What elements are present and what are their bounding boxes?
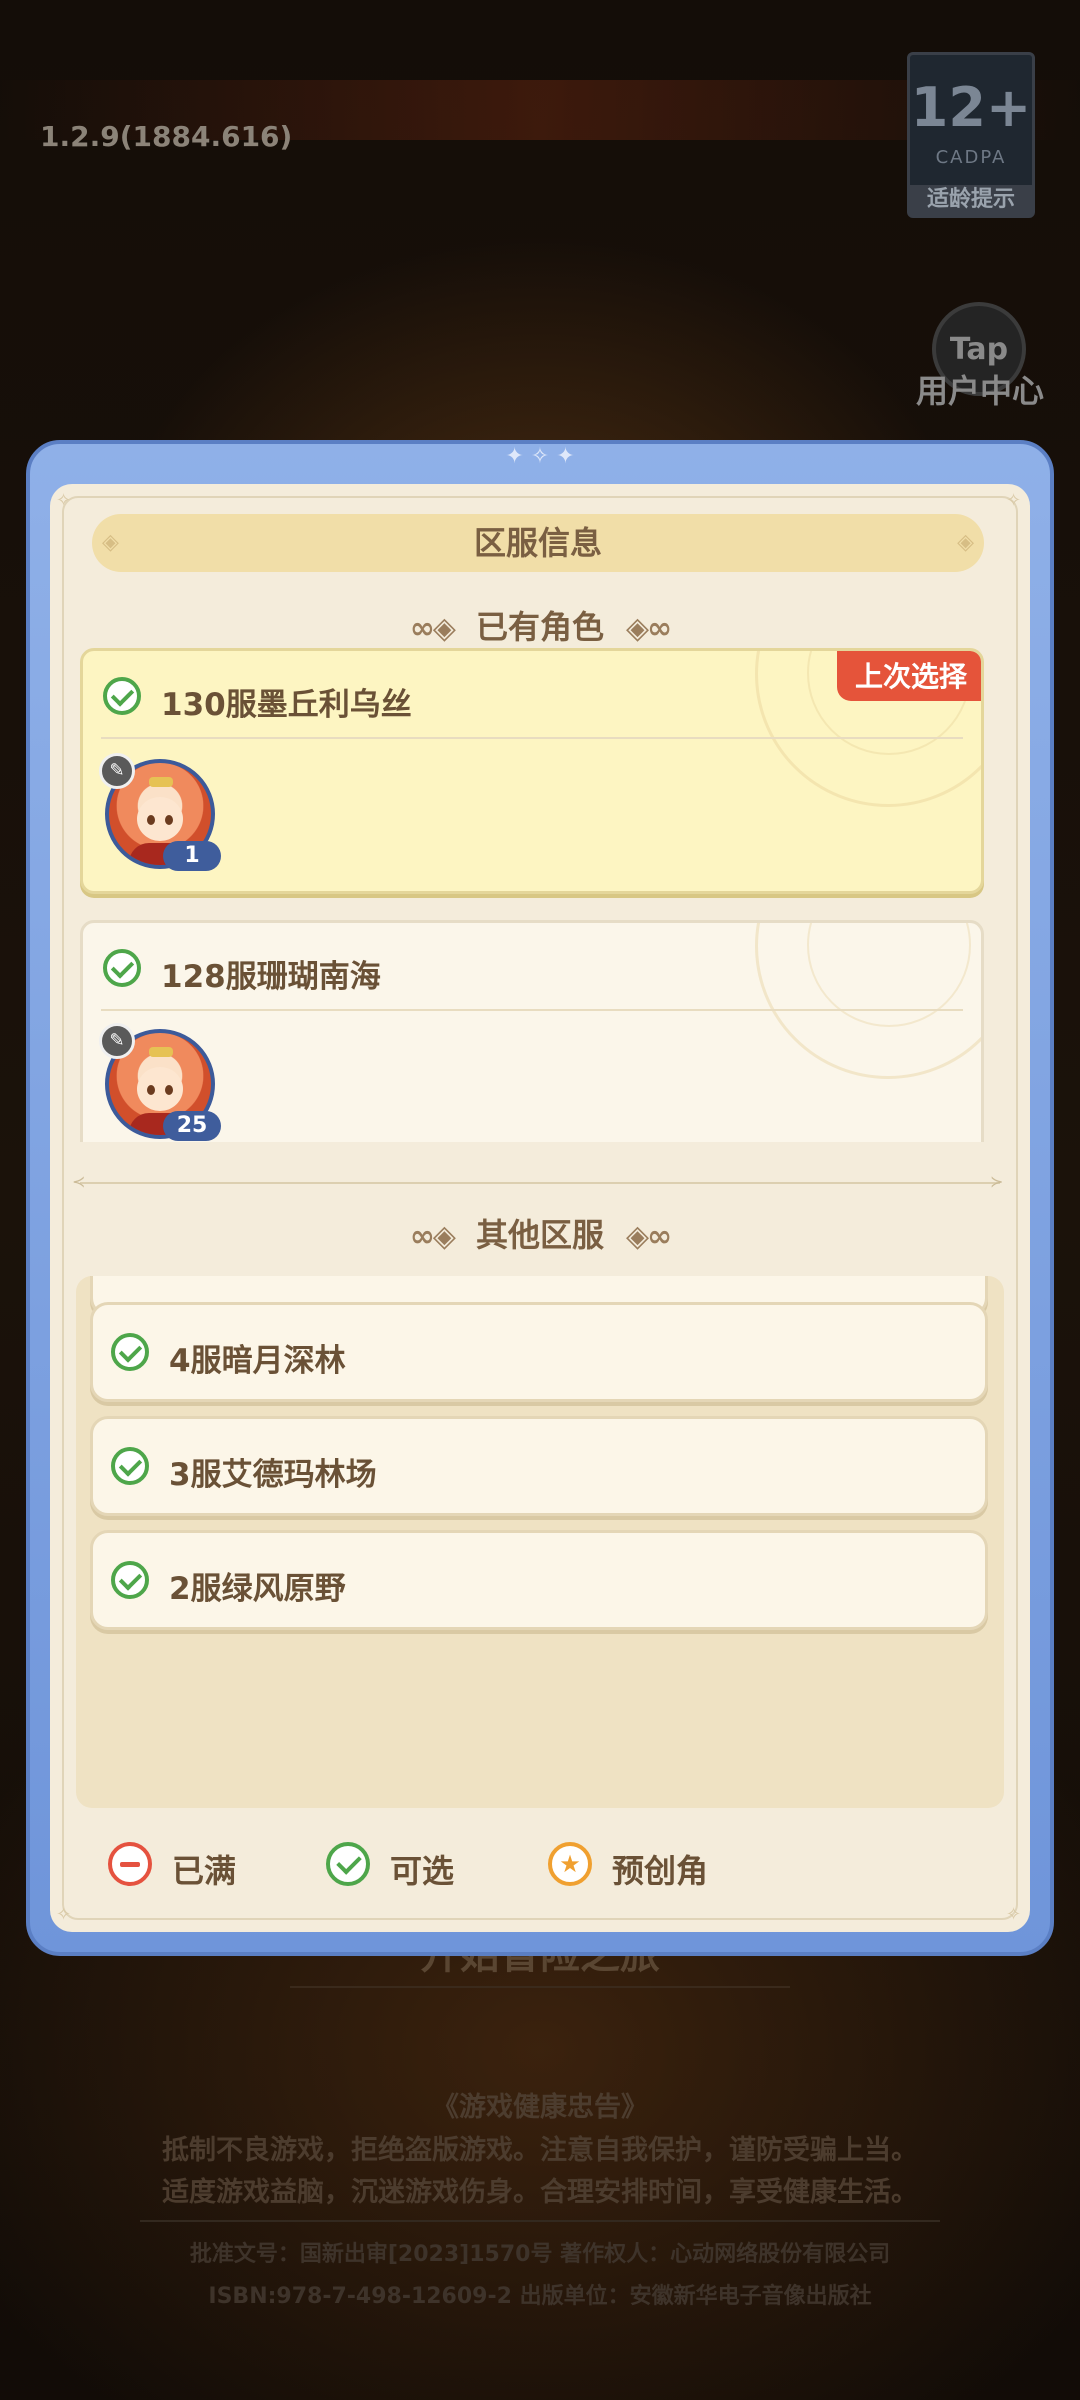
existing-roles-list[interactable]: 上次选择 130服墨丘利乌丝 ✎ 1 128服珊瑚南海 ✎ 25 xyxy=(80,648,984,1142)
available-check-icon xyxy=(326,1842,370,1886)
footer-divider xyxy=(140,2220,940,2222)
character-level-badge: 25 xyxy=(163,1111,221,1141)
edit-pencil-icon[interactable]: ✎ xyxy=(99,1023,135,1059)
server-row[interactable]: 2服绿风原野 xyxy=(90,1530,988,1630)
user-center-button[interactable]: 用户中心 xyxy=(905,366,1055,412)
legend-full-label: 已满 xyxy=(172,1852,237,1890)
other-servers-header: ∞◈ 其他区服 ◈∞ xyxy=(50,1210,1030,1256)
legend-pre-create-label: 预创角 xyxy=(612,1852,709,1890)
corner-ornament-icon: ✧ xyxy=(56,1904,72,1925)
dialog-title: 区服信息 xyxy=(473,524,602,562)
avatar-eye xyxy=(147,815,155,825)
pre-create-star-icon: ★ xyxy=(548,1842,592,1886)
server-row-name: 4服暗月深林 xyxy=(169,1343,346,1379)
health-notice-line: 适度游戏益脑，沉迷游戏伤身。合理安排时间，享受健康生活。 xyxy=(162,2177,918,2208)
age-rating-org: CADPA xyxy=(935,147,1007,168)
section-ornament-left-icon: ∞◈ xyxy=(409,1219,456,1254)
server-row[interactable]: 3服艾德玛林场 xyxy=(90,1416,988,1516)
available-check-icon xyxy=(111,1333,149,1371)
corner-ornament-icon: ✧ xyxy=(1006,490,1022,511)
section-ornament-right-icon: ◈∞ xyxy=(626,1219,672,1254)
publish-info-line: ISBN:978-7-498-12609-2 出版单位：安徽新华电子音像出版社 xyxy=(208,2284,872,2309)
role-server-name: 128服珊瑚南海 xyxy=(161,959,381,995)
avatar-eye xyxy=(165,815,173,825)
avatar-face xyxy=(137,797,183,841)
publish-info-line: 批准文号：国新出审[2023]1570号 著作权人：心动网络股份有限公司 xyxy=(189,2242,891,2267)
edit-pencil-icon[interactable]: ✎ xyxy=(99,753,135,789)
other-servers-list[interactable]: 4服暗月深林 3服艾德玛林场 2服绿风原野 xyxy=(76,1276,1004,1808)
dialog-title-bar: ◈ 区服信息 ◈ xyxy=(92,514,984,572)
avatar-face xyxy=(137,1067,183,1111)
role-card-selected[interactable]: 上次选择 130服墨丘利乌丝 ✎ 1 xyxy=(80,648,984,894)
avatar-eye xyxy=(147,1085,155,1095)
available-check-icon xyxy=(103,949,141,987)
frame-ornament-icon: ✦ ✧ ✦ xyxy=(505,444,575,469)
other-servers-label: 其他区服 xyxy=(475,1216,604,1254)
divider-end-icon: ≺ xyxy=(72,1172,86,1191)
server-row[interactable]: 4服暗月深林 xyxy=(90,1302,988,1402)
available-check-icon xyxy=(111,1447,149,1485)
card-divider xyxy=(101,737,963,739)
diamond-ornament-icon: ◈ xyxy=(957,530,974,555)
available-check-icon xyxy=(111,1561,149,1599)
full-minus-icon xyxy=(108,1842,152,1886)
legend-available-label: 可选 xyxy=(390,1852,455,1890)
avatar-crown xyxy=(149,777,173,787)
corner-ornament-icon: ✧ xyxy=(56,490,72,511)
divider-end-icon: ≻ xyxy=(990,1172,1004,1191)
card-divider xyxy=(101,1009,963,1011)
age-rating-number: 12+ xyxy=(910,76,1032,139)
section-divider xyxy=(80,1182,1000,1184)
server-row-name: 2服绿风原野 xyxy=(169,1571,346,1607)
health-notice-title: 《游戏健康忠告》 xyxy=(432,2092,648,2123)
last-selected-tag: 上次选择 xyxy=(836,651,981,701)
character-level-badge: 1 xyxy=(163,841,221,871)
server-row-name: 3服艾德玛林场 xyxy=(169,1457,377,1493)
role-card[interactable]: 128服珊瑚南海 ✎ 25 xyxy=(80,920,984,1142)
existing-roles-header: ∞◈ 已有角色 ◈∞ xyxy=(50,602,1030,648)
role-server-name: 130服墨丘利乌丝 xyxy=(161,687,412,723)
age-rating-badge[interactable]: 12+ CADPA 适龄提示 xyxy=(907,52,1035,218)
section-ornament-right-icon: ◈∞ xyxy=(626,611,672,646)
existing-roles-label: 已有角色 xyxy=(475,608,604,646)
age-rating-tip: 适龄提示 xyxy=(910,185,1032,215)
avatar-crown xyxy=(149,1047,173,1057)
version-label: 1.2.9(1884.616) xyxy=(40,120,293,153)
start-button-underline xyxy=(290,1986,790,1988)
health-notice-line: 抵制不良游戏，拒绝盗版游戏。注意自我保护，谨防受骗上当。 xyxy=(162,2135,918,2166)
corner-ornament-icon: ✧ xyxy=(1006,1904,1022,1925)
section-ornament-left-icon: ∞◈ xyxy=(409,611,456,646)
available-check-icon xyxy=(103,677,141,715)
avatar-eye xyxy=(165,1085,173,1095)
